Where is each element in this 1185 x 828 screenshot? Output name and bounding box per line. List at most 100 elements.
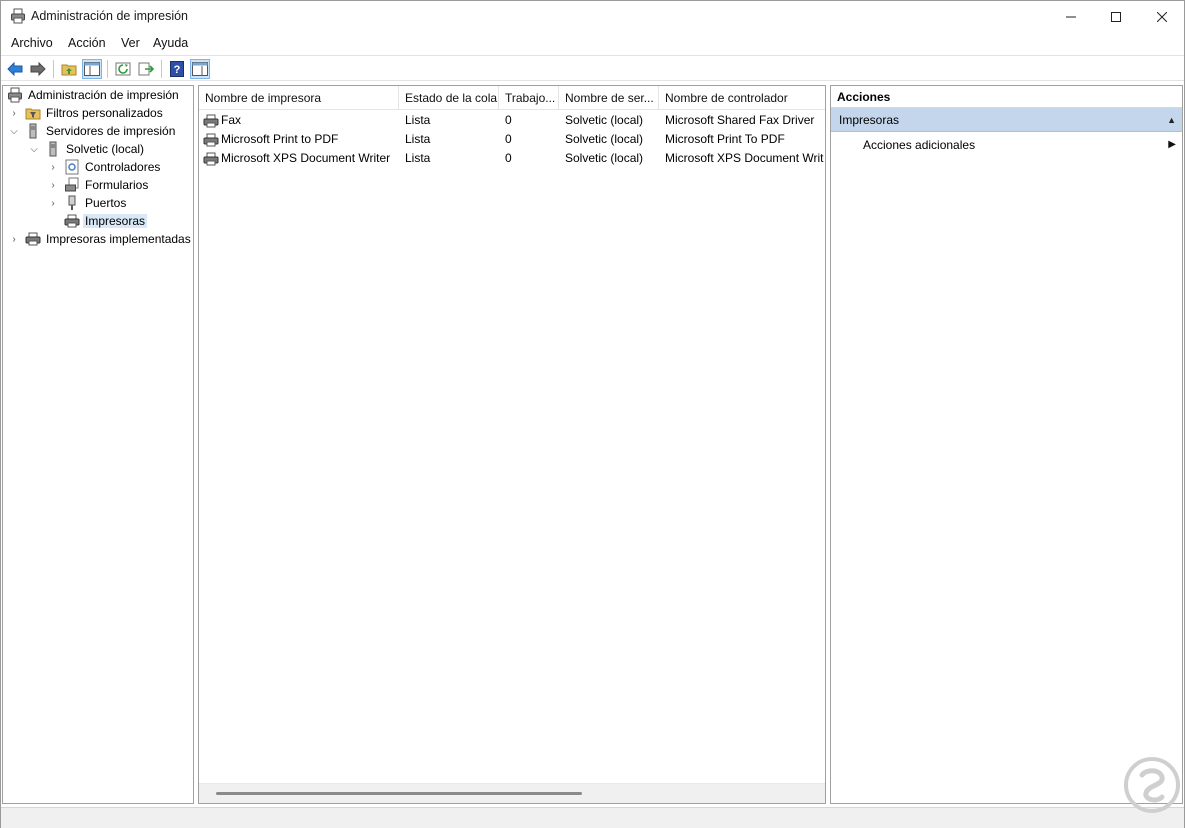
status-bar — [1, 807, 1184, 828]
chevron-right-icon[interactable]: › — [48, 176, 58, 194]
tree-item-formularios[interactable]: Formularios — [64, 176, 150, 194]
action-more-actions[interactable]: Acciones adicionales ▶ — [831, 135, 1182, 155]
menu-accion[interactable]: Acción — [68, 36, 106, 50]
printer-icon — [203, 130, 221, 149]
horizontal-scrollbar[interactable] — [199, 783, 825, 803]
table-row[interactable]: Fax Lista 0 Solvetic (local) Microsoft S… — [199, 111, 825, 130]
printer-list: Nombre de impresora Estado de la cola Tr… — [198, 85, 826, 804]
cell-queue-status: Lista — [405, 132, 431, 146]
cell-jobs: 0 — [505, 113, 512, 127]
printer-icon — [203, 111, 221, 130]
cell-printer-name: Fax — [221, 113, 242, 127]
tree-item-filtros[interactable]: Filtros personalizados — [25, 104, 165, 122]
chevron-down-icon[interactable]: ⌵ — [9, 122, 19, 140]
up-folder-icon[interactable] — [59, 59, 79, 79]
tree-item-label: Filtros personalizados — [46, 106, 163, 120]
menu-bar: Archivo Acción Ver Ayuda — [1, 32, 1184, 54]
cell-server: Solvetic (local) — [565, 132, 644, 146]
cell-queue-status: Lista — [405, 151, 431, 165]
toolbar-separator — [161, 60, 162, 78]
chevron-right-icon[interactable]: › — [48, 158, 58, 176]
cell-driver: Microsoft Print To PDF — [665, 132, 785, 146]
server-icon — [45, 141, 61, 157]
printer-icon — [203, 149, 221, 168]
tree-item-solvetic[interactable]: Solvetic (local) — [45, 140, 146, 158]
printer-icon — [25, 231, 41, 247]
chevron-right-icon[interactable]: › — [48, 194, 58, 212]
back-icon[interactable] — [5, 59, 25, 79]
watermark-logo — [1116, 749, 1182, 827]
refresh-icon[interactable] — [113, 59, 133, 79]
list-header: Nombre de impresora Estado de la cola Tr… — [199, 86, 825, 110]
chevron-right-icon[interactable]: › — [9, 230, 19, 248]
menu-ayuda[interactable]: Ayuda — [153, 36, 188, 50]
toolbar-separator — [53, 60, 54, 78]
scrollbar-thumb[interactable] — [216, 792, 582, 795]
chevron-right-icon[interactable]: › — [9, 104, 19, 122]
minimize-button[interactable] — [1048, 1, 1094, 32]
window-title: Administración de impresión — [31, 9, 189, 23]
show-hide-action-pane-icon[interactable] — [190, 59, 210, 79]
tree-item-root[interactable]: Administración de impresión — [7, 86, 181, 104]
forms-icon — [64, 177, 80, 193]
server-icon — [25, 123, 41, 139]
tree-item-label: Puertos — [85, 196, 127, 210]
port-icon — [64, 195, 80, 211]
actions-section-impresoras[interactable]: Impresoras ▲ — [831, 108, 1182, 132]
printer-app-icon — [10, 8, 26, 24]
column-header-status[interactable]: Estado de la cola — [399, 86, 499, 110]
tree-item-label: Formularios — [85, 178, 149, 192]
table-row[interactable]: Microsoft Print to PDF Lista 0 Solvetic … — [199, 130, 825, 149]
tree-item-label: Impresoras implementadas — [46, 232, 191, 246]
tree-item-label: Solvetic (local) — [66, 142, 145, 156]
help-icon[interactable]: ? — [167, 59, 187, 79]
tree-item-controladores[interactable]: Controladores — [64, 158, 162, 176]
tree-item-label: Servidores de impresión — [46, 124, 176, 138]
tree-item-label: Impresoras — [83, 214, 148, 228]
close-button[interactable] — [1139, 1, 1185, 32]
svg-text:?: ? — [174, 64, 181, 76]
export-list-icon[interactable] — [136, 59, 156, 79]
tree-item-label: Controladores — [85, 160, 161, 174]
cell-driver: Microsoft Shared Fax Driver — [665, 113, 815, 127]
menu-ver[interactable]: Ver — [121, 36, 140, 50]
cell-printer-name: Microsoft Print to PDF — [221, 132, 339, 146]
tree-item-puertos[interactable]: Puertos — [64, 194, 128, 212]
collapse-up-icon[interactable]: ▲ — [1167, 108, 1176, 132]
actions-section-label: Impresoras — [839, 113, 900, 127]
forward-icon[interactable] — [28, 59, 48, 79]
cell-jobs: 0 — [505, 132, 512, 146]
tree-item-implementadas[interactable]: Impresoras implementadas — [25, 230, 193, 248]
toolbar: ? — [1, 55, 1184, 81]
table-row[interactable]: Microsoft XPS Document Writer Lista 0 So… — [199, 149, 825, 168]
column-header-jobs[interactable]: Trabajo... — [499, 86, 559, 110]
cell-jobs: 0 — [505, 151, 512, 165]
cell-queue-status: Lista — [405, 113, 431, 127]
actions-title: Acciones — [831, 86, 1182, 108]
cell-server: Solvetic (local) — [565, 113, 644, 127]
printer-icon — [64, 213, 80, 229]
tree-item-impresoras[interactable]: Impresoras — [64, 212, 148, 230]
driver-icon — [64, 159, 80, 175]
app-window: Administración de impresión Archivo Acci… — [0, 0, 1185, 828]
column-header-name[interactable]: Nombre de impresora — [199, 86, 399, 110]
maximize-button[interactable] — [1093, 1, 1139, 32]
show-hide-tree-icon[interactable] — [82, 59, 102, 79]
submenu-arrow-icon: ▶ — [1168, 139, 1176, 150]
column-header-driver[interactable]: Nombre de controlador — [659, 86, 825, 110]
cell-printer-name: Microsoft XPS Document Writer — [221, 151, 391, 165]
column-header-server[interactable]: Nombre de ser... — [559, 86, 659, 110]
console-tree: Administración de impresión › Filtros pe… — [2, 85, 194, 804]
cell-server: Solvetic (local) — [565, 151, 644, 165]
cell-driver: Microsoft XPS Document Writ — [665, 151, 824, 165]
tree-item-servidores[interactable]: Servidores de impresión — [25, 122, 177, 140]
tree-item-label: Administración de impresión — [28, 88, 179, 102]
title-bar: Administración de impresión — [1, 1, 1184, 32]
filter-folder-icon — [25, 105, 41, 121]
action-label: Acciones adicionales — [863, 138, 976, 152]
chevron-down-icon[interactable]: ⌵ — [29, 140, 39, 158]
menu-archivo[interactable]: Archivo — [11, 36, 53, 50]
printer-app-icon — [7, 87, 23, 103]
actions-pane: Acciones Impresoras ▲ Acciones adicional… — [830, 85, 1183, 804]
toolbar-separator — [107, 60, 108, 78]
